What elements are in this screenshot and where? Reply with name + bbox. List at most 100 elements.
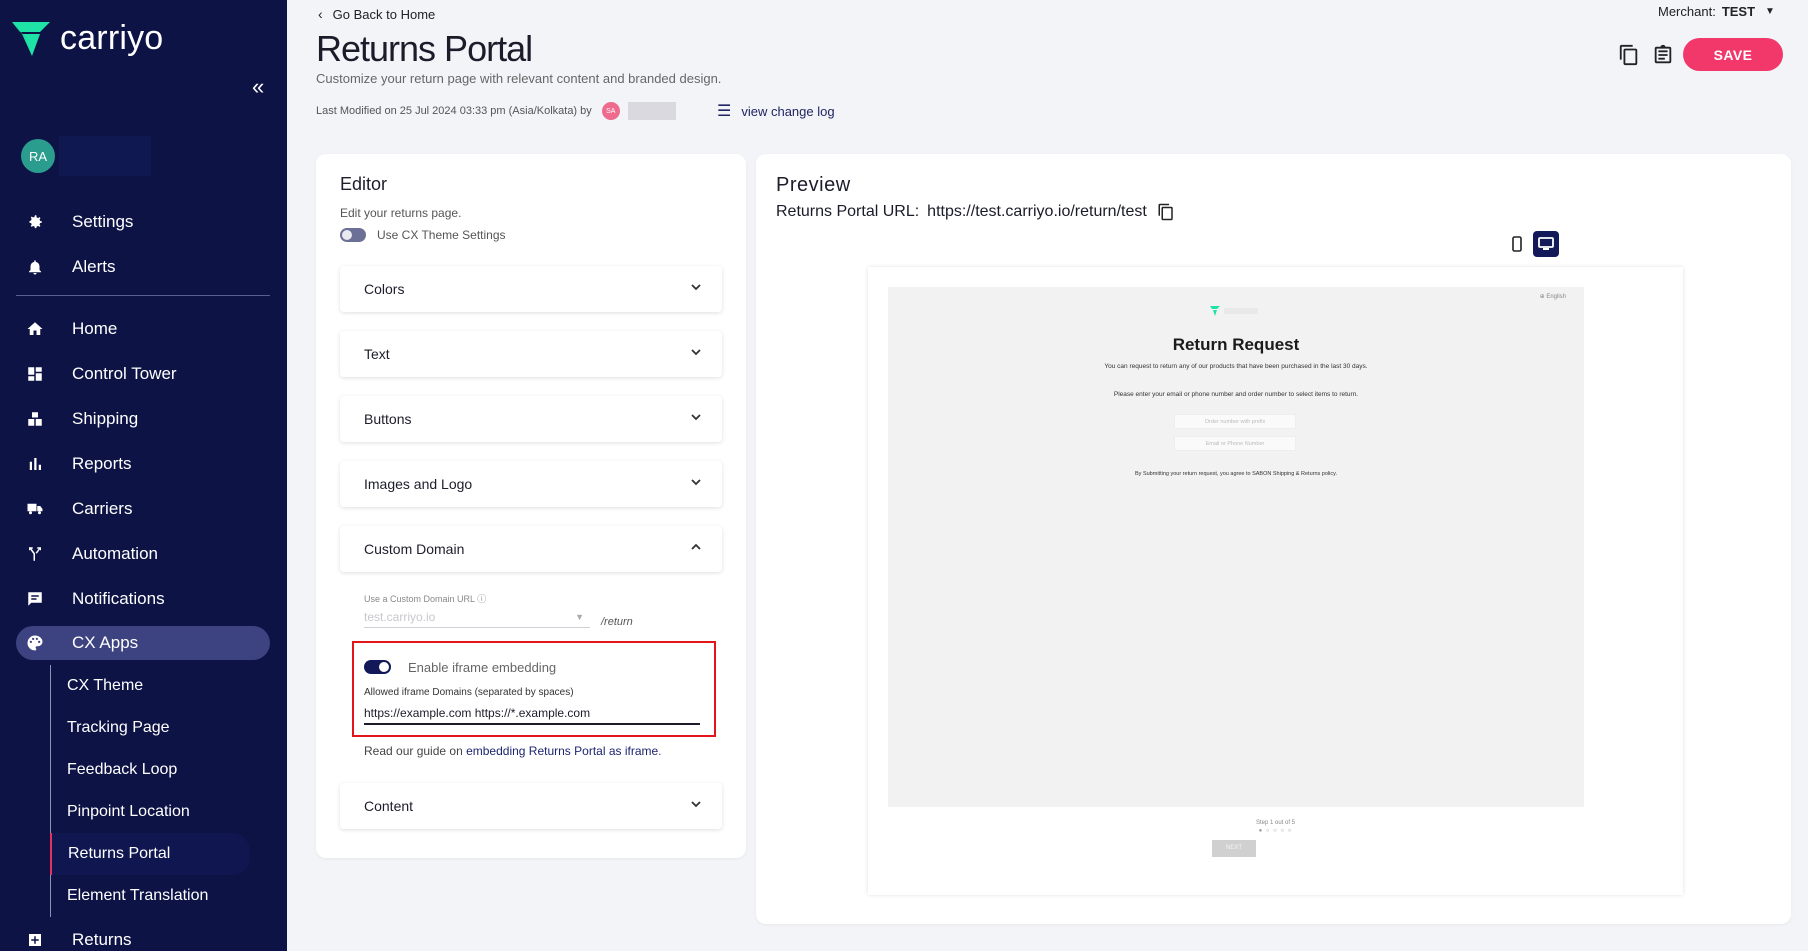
sidebar-subitem-returns-portal[interactable]: Returns Portal xyxy=(50,833,250,875)
sidebar-item-alerts[interactable]: Alerts xyxy=(16,244,270,289)
sidebar-item-label: Automation xyxy=(72,543,158,563)
chevron-up-icon xyxy=(691,543,701,550)
mobile-icon xyxy=(1512,236,1522,252)
cx-theme-toggle-label: Use CX Theme Settings xyxy=(377,228,506,242)
sidebar-subitem-element-translation[interactable]: Element Translation xyxy=(50,875,270,917)
sidebar-item-label: Settings xyxy=(72,211,134,231)
chevron-down-icon xyxy=(691,349,701,356)
info-icon: ⓘ xyxy=(477,594,487,604)
sidebar: carriyo « RA Settings Alerts Home Contro… xyxy=(0,0,287,951)
back-to-home-link[interactable]: ‹ Go Back to Home xyxy=(318,6,435,22)
allowed-domains-label: Allowed iframe Domains (separated by spa… xyxy=(364,687,574,698)
sidebar-item-shipping[interactable]: Shipping xyxy=(16,396,270,441)
sidebar-subitem-pinpoint-location[interactable]: Pinpoint Location xyxy=(50,791,270,833)
sidebar-item-label: Returns xyxy=(72,929,132,949)
desktop-view-button[interactable] xyxy=(1533,231,1559,257)
merchant-label: Merchant: xyxy=(1658,4,1716,19)
accordion-content[interactable]: Content xyxy=(340,783,722,829)
sidebar-item-reports[interactable]: Reports xyxy=(16,441,270,486)
chevron-down-icon xyxy=(691,479,701,486)
accordion-colors[interactable]: Colors xyxy=(340,266,722,312)
logo[interactable]: carriyo xyxy=(10,18,163,58)
sidebar-item-home[interactable]: Home xyxy=(16,306,270,351)
portal-url[interactable]: https://test.carriyo.io/return/test xyxy=(927,203,1147,221)
iframe-guide-text: Read our guide on embedding Returns Port… xyxy=(364,744,662,758)
accordion-label: Text xyxy=(364,346,390,362)
preview-logo-icon xyxy=(1210,306,1258,316)
custom-domain-label: Use a Custom Domain URL ⓘ xyxy=(364,592,486,605)
sidebar-item-automation[interactable]: Automation xyxy=(16,531,270,576)
returns-icon xyxy=(24,929,46,951)
sidebar-divider xyxy=(16,295,270,296)
accordion-label: Images and Logo xyxy=(364,476,473,492)
preview-heading: Return Request xyxy=(1172,335,1300,354)
avatar: RA xyxy=(21,139,55,173)
sidebar-item-returns[interactable]: Returns xyxy=(16,917,270,951)
editor-description: Edit your returns page. xyxy=(340,206,462,220)
sidebar-subitem-tracking-page[interactable]: Tracking Page xyxy=(50,707,270,749)
accordion-buttons[interactable]: Buttons xyxy=(340,396,722,442)
message-icon xyxy=(24,588,46,610)
allowed-domains-input[interactable] xyxy=(364,703,700,725)
clipboard-icon[interactable] xyxy=(1652,44,1674,66)
merchant-value: TEST xyxy=(1721,4,1756,19)
page-subtitle: Customize your return page with relevant… xyxy=(316,71,722,86)
sidebar-item-settings[interactable]: Settings xyxy=(16,199,270,244)
sidebar-item-label: Home xyxy=(72,318,118,338)
page-title: Returns Portal xyxy=(316,28,533,69)
merchant-selector[interactable]: Merchant: TEST ▼ xyxy=(1658,4,1775,19)
sidebar-item-label: Notifications xyxy=(72,588,165,608)
sidebar-item-cx-apps[interactable]: CX Apps xyxy=(16,626,270,660)
modifier-name-redacted xyxy=(627,102,676,120)
preview-frame: ⊕ English Return Request You can request… xyxy=(868,267,1683,895)
iframe-embedding-label: Enable iframe embedding xyxy=(408,660,557,675)
changelog-label: view change log xyxy=(741,103,835,119)
iframe-embedding-toggle[interactable] xyxy=(364,660,391,674)
accordion-label: Content xyxy=(364,798,414,814)
collapse-sidebar-icon[interactable]: « xyxy=(252,74,264,100)
sidebar-item-label: CX Apps xyxy=(72,633,139,652)
sidebar-item-label: Control Tower xyxy=(72,363,177,383)
preview-language: ⊕ English xyxy=(1540,293,1566,300)
user-profile[interactable]: RA xyxy=(21,136,151,176)
fork-icon xyxy=(24,543,46,565)
iframe-guide-link[interactable]: embedding Returns Portal as iframe xyxy=(466,744,658,758)
sidebar-item-notifications[interactable]: Notifications xyxy=(16,576,270,621)
preview-instructions: Please enter your email or phone number … xyxy=(1113,391,1359,398)
cx-theme-toggle-row: Use CX Theme Settings xyxy=(340,228,506,242)
sidebar-item-label: Alerts xyxy=(72,256,116,276)
preview-intro: You can request to return any of our pro… xyxy=(1104,363,1368,370)
mobile-view-button[interactable] xyxy=(1504,231,1530,257)
palette-icon xyxy=(24,632,46,654)
last-modified-text: Last Modified on 25 Jul 2024 03:33 pm (A… xyxy=(316,105,592,117)
cx-theme-toggle[interactable] xyxy=(340,228,366,242)
save-button[interactable]: SAVE xyxy=(1683,38,1783,71)
user-name-redacted xyxy=(59,136,151,176)
editor-panel: Editor Edit your returns page. Use CX Th… xyxy=(316,154,746,858)
custom-domain-label-text: Use a Custom Domain URL xyxy=(364,594,475,604)
accordion-text[interactable]: Text xyxy=(340,331,722,377)
duplicate-icon[interactable] xyxy=(1618,44,1640,66)
guide-suffix: . xyxy=(658,744,662,758)
sidebar-item-label: Carriers xyxy=(72,498,133,518)
chevron-down-icon: ▼ xyxy=(1765,6,1775,17)
sidebar-subitem-cx-theme[interactable]: CX Theme xyxy=(50,665,270,707)
sidebar-item-control-tower[interactable]: Control Tower xyxy=(16,351,270,396)
sidebar-item-carriers[interactable]: Carriers xyxy=(16,486,270,531)
custom-domain-select[interactable]: test.carriyo.io ▼ xyxy=(364,606,590,628)
preview-step-dots: ● ○ ○ ○ ○ xyxy=(1258,828,1293,834)
preview-title: Preview xyxy=(776,174,851,196)
list-icon: ☰ xyxy=(717,103,732,120)
accordion-custom-domain[interactable]: Custom Domain xyxy=(340,526,722,572)
copy-icon[interactable] xyxy=(1157,202,1175,222)
carriyo-logo-icon xyxy=(12,22,50,56)
preview-language-text: English xyxy=(1546,294,1566,300)
accordion-label: Buttons xyxy=(364,411,412,427)
modifier-avatar: SA xyxy=(601,102,620,120)
sidebar-subitem-feedback-loop[interactable]: Feedback Loop xyxy=(50,749,270,791)
chevron-down-icon xyxy=(691,414,701,421)
view-change-log-link[interactable]: ☰ view change log xyxy=(717,101,835,121)
preview-policy: By Submitting your return request, you a… xyxy=(1135,471,1337,477)
chevron-down-icon xyxy=(691,284,701,291)
accordion-images-and-logo[interactable]: Images and Logo xyxy=(340,461,722,507)
